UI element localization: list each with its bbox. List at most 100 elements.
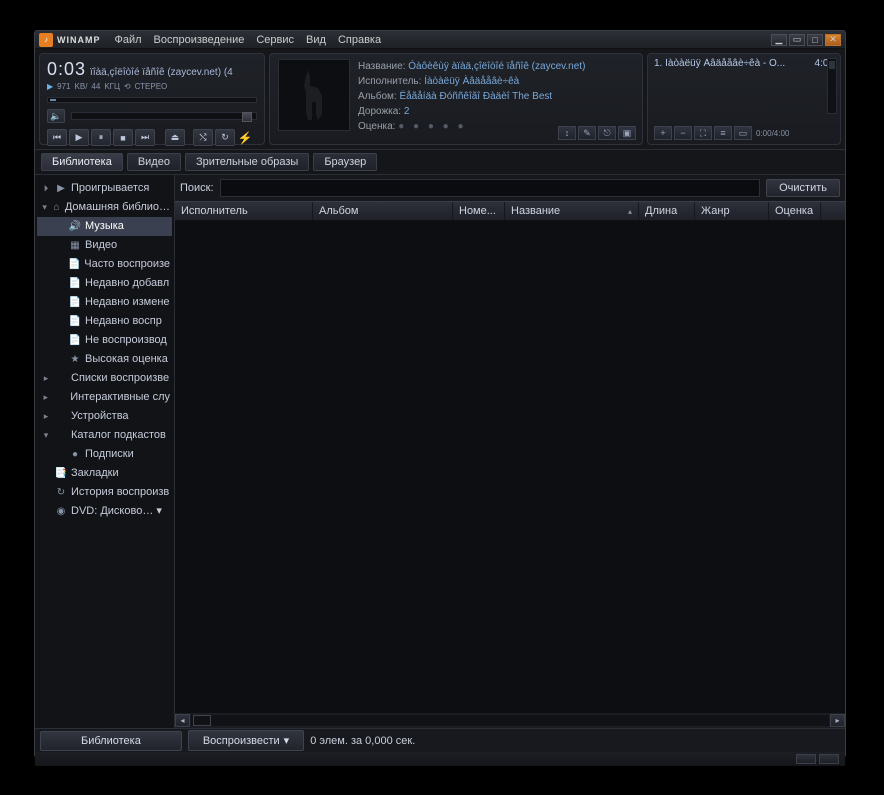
stop-button[interactable]: ■ — [113, 129, 133, 146]
maximize-button[interactable]: □ — [807, 34, 823, 46]
tab-library[interactable]: Библиотека — [41, 153, 123, 171]
playlist-item[interactable]: 1. Íàòàëüÿ Àâäååâè÷êà - О... 4:00 — [654, 58, 834, 69]
tree-item[interactable]: 🔊Музыка — [37, 217, 172, 236]
tree-item[interactable]: 📄Недавно добавл — [37, 274, 172, 293]
tree-item-label: Каталог подкастов — [71, 427, 166, 444]
meta-album-key: Альбом: — [358, 91, 397, 102]
tree-item[interactable]: ▾⌂Домашняя библио… — [37, 198, 172, 217]
scroll-left-button[interactable]: ◂ — [175, 714, 190, 727]
search-label: Поиск: — [180, 182, 214, 194]
tree-item[interactable]: 📄Часто воспроизе — [37, 255, 172, 274]
scroll-thumb[interactable] — [193, 715, 211, 726]
repeat-button[interactable]: ↻ — [215, 129, 235, 146]
tree-item-label: Закладки — [71, 465, 119, 482]
expand-icon: ▾ — [41, 427, 51, 444]
tree-item[interactable]: 📄Недавно измене — [37, 293, 172, 312]
seek-slider[interactable] — [47, 97, 257, 103]
minimize-button[interactable]: ▁ — [771, 34, 787, 46]
tree-item[interactable]: ▾ Каталог подкастов — [37, 426, 172, 445]
thunder-icon[interactable]: ⚡ — [237, 131, 253, 145]
tree-item-label: Высокая оценка — [85, 351, 168, 368]
next-button[interactable]: ⏭ — [135, 129, 155, 146]
volume-slider[interactable] — [71, 112, 257, 120]
tree-item[interactable]: 📄Недавно воспр — [37, 312, 172, 331]
mute-button[interactable]: 🔈 — [47, 109, 65, 123]
footer-resize-button[interactable] — [819, 754, 839, 764]
info-panel: Название: Óàôèêùÿ àïàä,çîëîòîé ïåñîê (za… — [269, 53, 643, 145]
pause-button[interactable]: ⏸ — [91, 129, 111, 146]
column-header[interactable]: Оценка — [769, 202, 821, 220]
playlist-expand-button[interactable]: ⛶ — [694, 126, 712, 140]
tree-item-icon: ◉ — [55, 506, 67, 518]
prev-button[interactable]: ⏮ — [47, 129, 67, 146]
playlist-time: 0:00/4:00 — [756, 129, 789, 138]
info-link-button[interactable]: ⎋ — [598, 126, 616, 140]
tree-item[interactable]: ★ Высокая оценка — [37, 350, 172, 369]
menu-view[interactable]: Вид — [302, 34, 330, 46]
play-selection-button[interactable]: Воспроизвести▾ — [188, 730, 304, 751]
shuffle-button[interactable]: ⤭ — [193, 129, 213, 146]
rating-stars[interactable]: ● ● ● ● ● — [398, 121, 466, 132]
tree-item[interactable]: 📄Не воспроизвод — [37, 331, 172, 350]
tree-item-icon: ★ — [69, 354, 81, 366]
tree-item[interactable]: ▸ Устройства — [37, 407, 172, 426]
info-size-button[interactable]: ↕ — [558, 126, 576, 140]
expand-icon: ▾ — [41, 199, 48, 216]
column-header[interactable]: Длина — [639, 202, 695, 220]
tab-browser[interactable]: Браузер — [313, 153, 377, 171]
horizontal-scrollbar[interactable]: ◂ ▸ — [175, 713, 845, 728]
tree-item-label: Видео — [85, 237, 117, 254]
tree-item[interactable]: ▦Видео — [37, 236, 172, 255]
meta-artist-val: Íàòàëüÿ Àâäååâè÷êà — [424, 76, 519, 87]
playlist-add-button[interactable]: + — [654, 126, 672, 140]
tree-item[interactable]: ▸Интерактивные слу — [37, 388, 172, 407]
tree-item[interactable]: ◉DVD: Дисково… ▾ — [37, 502, 172, 521]
scroll-track[interactable] — [191, 715, 829, 726]
column-header[interactable]: Номе... — [453, 202, 505, 220]
column-header[interactable]: Жанр — [695, 202, 769, 220]
menu-file[interactable]: Файл — [111, 34, 146, 46]
time-display[interactable]: 0:03 — [47, 59, 86, 80]
tree-item-label: Недавно измене — [85, 294, 170, 311]
tree-item-label: Музыка — [85, 218, 124, 235]
expand-icon: ▸ — [41, 408, 51, 425]
footer-shade-button[interactable] — [796, 754, 816, 764]
tree-item[interactable]: ●Подписки — [37, 445, 172, 464]
tab-video[interactable]: Видео — [127, 153, 181, 171]
freq-unit: KГЦ — [104, 82, 120, 91]
info-window-button[interactable]: ▣ — [618, 126, 636, 140]
dropdown-icon: ▾ — [284, 734, 290, 747]
tree-item[interactable]: ↻История воспроизв — [37, 483, 172, 502]
scroll-right-button[interactable]: ▸ — [830, 714, 845, 727]
menu-playback[interactable]: Воспроизведение — [150, 34, 249, 46]
eject-button[interactable]: ⏏ — [165, 129, 185, 146]
tree-item[interactable]: 📑Закладки — [37, 464, 172, 483]
playlist-misc-button[interactable]: ≡ — [714, 126, 732, 140]
tree-item-label: Устройства — [71, 408, 129, 425]
column-header[interactable]: Название — [505, 202, 639, 220]
tree-item[interactable]: ▸Списки воспроизве — [37, 369, 172, 388]
meta-track-val: 2 — [404, 106, 410, 117]
menu-help[interactable]: Справка — [334, 34, 385, 46]
playlist-manage-button[interactable]: ▭ — [734, 126, 752, 140]
menu-service[interactable]: Сервис — [252, 34, 298, 46]
column-header[interactable]: Исполнитель — [175, 202, 313, 220]
close-button[interactable]: ✕ — [825, 34, 841, 46]
tree-item[interactable]: ⏵▶Проигрывается — [37, 179, 172, 198]
library-button[interactable]: Библиотека — [40, 731, 182, 751]
tab-vis[interactable]: Зрительные образы — [185, 153, 309, 171]
tree-item-label: Проигрывается — [71, 180, 149, 197]
playlist-remove-button[interactable]: − — [674, 126, 692, 140]
playlist-scrollbar[interactable] — [827, 58, 837, 114]
info-tool-button[interactable]: ✎ — [578, 126, 596, 140]
column-header[interactable]: Альбом — [313, 202, 453, 220]
tree-item-icon — [55, 392, 67, 404]
search-input[interactable] — [220, 179, 761, 197]
tree-item-label: Списки воспроизве — [71, 370, 169, 387]
tree-item-label: Подписки — [85, 446, 134, 463]
shade-button[interactable]: ▭ — [789, 34, 805, 46]
clear-button[interactable]: Очистить — [766, 179, 840, 197]
play-button[interactable]: ▶ — [69, 129, 89, 146]
list-body: ◂ ▸ — [175, 221, 845, 728]
link-icon: ⟲ — [124, 82, 131, 91]
